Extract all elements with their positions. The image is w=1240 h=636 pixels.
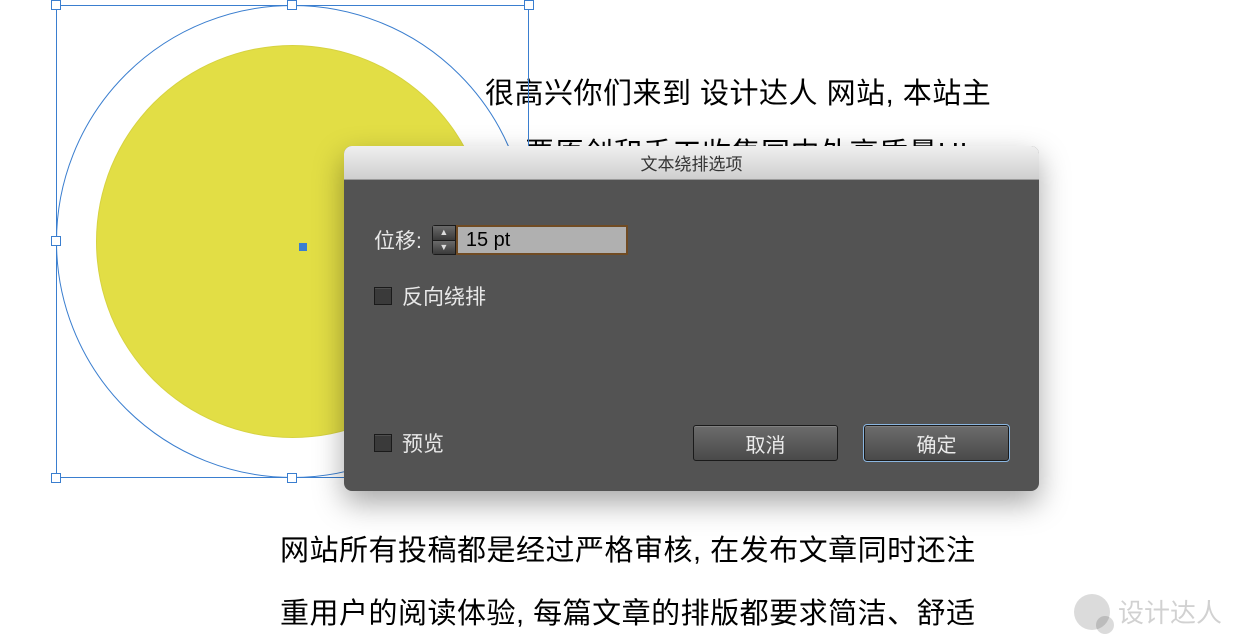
wechat-icon [1074, 594, 1110, 630]
invert-wrap-checkbox[interactable] [374, 287, 392, 305]
preview-checkbox[interactable] [374, 434, 392, 452]
anchor-indicator [299, 243, 307, 251]
ok-button[interactable]: 确定 [864, 425, 1009, 461]
handle-tc[interactable] [287, 0, 297, 10]
body-line-1: 很高兴你们来到 设计达人 网站, 本站主 [485, 70, 991, 112]
offset-stepper: ▲ ▼ [432, 225, 628, 255]
dialog-body: 位移: ▲ ▼ 反向绕排 预览 取消 确定 [344, 180, 1039, 491]
watermark-text: 设计达人 [1118, 593, 1222, 630]
text-wrap-options-dialog: 文本绕排选项 位移: ▲ ▼ 反向绕排 预览 取消 确定 [344, 146, 1039, 491]
offset-label: 位移: [374, 225, 422, 255]
handle-ml[interactable] [51, 236, 61, 246]
handle-bl[interactable] [51, 473, 61, 483]
handle-tr[interactable] [524, 0, 534, 10]
stepper-up-button[interactable]: ▲ [432, 225, 456, 240]
dialog-titlebar[interactable]: 文本绕排选项 [344, 146, 1039, 180]
invert-wrap-label: 反向绕排 [402, 281, 486, 311]
dialog-title: 文本绕排选项 [641, 150, 743, 175]
preview-label: 预览 [402, 428, 444, 458]
body-line-3: 网站所有投稿都是经过严格审核, 在发布文章同时还注 [280, 527, 976, 569]
dialog-buttons: 取消 确定 [693, 425, 1009, 461]
handle-bc[interactable] [287, 473, 297, 483]
preview-row: 预览 [374, 428, 444, 458]
dialog-bottom-row: 预览 取消 确定 [374, 425, 1009, 461]
body-line-4: 重用户的阅读体验, 每篇文章的排版都要求简洁、舒适 [280, 590, 976, 632]
stepper-down-button[interactable]: ▼ [432, 240, 456, 256]
invert-wrap-row: 反向绕排 [374, 281, 1009, 311]
offset-input[interactable] [456, 225, 628, 255]
cancel-button[interactable]: 取消 [693, 425, 838, 461]
stepper-arrows: ▲ ▼ [432, 225, 456, 255]
handle-tl[interactable] [51, 0, 61, 10]
offset-row: 位移: ▲ ▼ [374, 225, 1009, 255]
watermark: 设计达人 [1074, 593, 1222, 630]
